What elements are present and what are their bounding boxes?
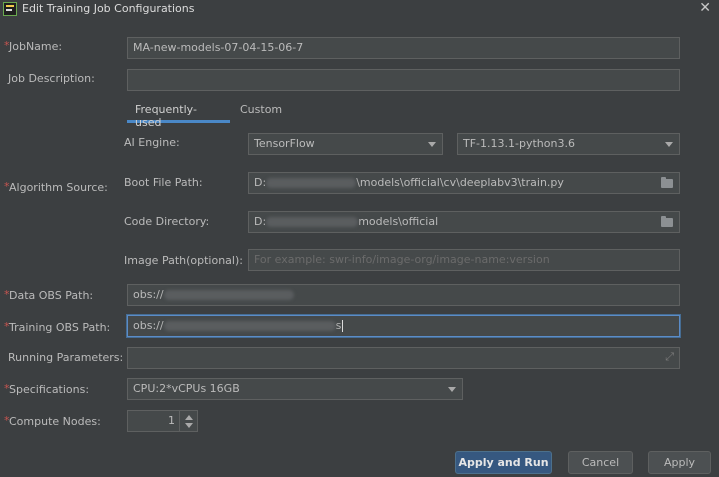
code-directory-prefix: D: — [254, 215, 267, 228]
chevron-down-icon — [448, 387, 456, 392]
boot-file-path-input[interactable]: D: \models\official\cv\deeplabv3\train.py — [248, 172, 680, 194]
boot-file-path-label: Boot File Path: — [124, 176, 203, 189]
compute-nodes-label: Compute Nodes: — [4, 414, 101, 428]
job-name-label: JobName: — [4, 39, 62, 53]
apply-and-run-button[interactable]: Apply and Run — [455, 451, 552, 474]
algorithm-source-label: Algorithm Source: — [4, 180, 108, 194]
training-obs-path-input[interactable]: obs:// s — [127, 315, 680, 337]
title-bar: Edit Training Job Configurations ✕ — [0, 0, 719, 19]
chevron-down-icon — [428, 142, 436, 147]
image-path-label: Image Path(optional): — [124, 254, 243, 267]
training-obs-path-prefix: obs:// — [133, 319, 164, 332]
compute-nodes-value[interactable]: 1 — [127, 410, 180, 432]
image-path-input[interactable]: For example: swr-info/image-org/image-na… — [248, 249, 680, 271]
code-directory-label: Code Directory: — [124, 215, 210, 228]
tab-custom[interactable]: Custom — [232, 99, 290, 123]
code-directory-suffix: models\official — [358, 215, 439, 228]
apply-button[interactable]: Apply — [648, 451, 711, 474]
folder-icon[interactable] — [661, 216, 673, 227]
data-obs-path-input[interactable]: obs:// — [127, 284, 680, 306]
image-path-placeholder: For example: swr-info/image-org/image-na… — [254, 253, 550, 266]
data-obs-path-prefix: obs:// — [133, 288, 164, 301]
window-title: Edit Training Job Configurations — [22, 2, 195, 15]
stepper-icon[interactable] — [180, 410, 198, 432]
chevron-down-icon — [665, 142, 673, 147]
job-description-input[interactable] — [127, 69, 680, 91]
specifications-value: CPU:2*vCPUs 16GB — [133, 382, 240, 395]
running-parameters-input[interactable]: ⤢ — [127, 347, 680, 369]
ai-engine-select[interactable]: TensorFlow — [248, 133, 443, 155]
tab-frequently-used[interactable]: Frequently-used — [127, 99, 230, 129]
engine-version-value: TF-1.13.1-python3.6 — [463, 137, 575, 150]
specifications-label: Specifications: — [4, 382, 89, 396]
boot-file-path-suffix: \models\official\cv\deeplabv3\train.py — [356, 176, 564, 189]
redacted-segment — [163, 321, 336, 331]
running-parameters-label: Running Parameters: — [8, 351, 124, 364]
specifications-select[interactable]: CPU:2*vCPUs 16GB — [127, 378, 463, 400]
expand-icon[interactable]: ⤢ — [665, 350, 674, 364]
redacted-segment — [266, 217, 359, 227]
close-icon[interactable]: ✕ — [699, 0, 711, 16]
app-icon — [3, 2, 17, 16]
cancel-button[interactable]: Cancel — [568, 451, 633, 474]
folder-icon[interactable] — [661, 177, 673, 188]
decrement-arrow[interactable] — [185, 423, 193, 428]
data-obs-path-label: Data OBS Path: — [4, 288, 93, 302]
boot-file-path-prefix: D: — [254, 176, 267, 189]
compute-nodes-stepper[interactable]: 1 — [127, 410, 201, 432]
ai-engine-value: TensorFlow — [254, 137, 315, 150]
redacted-segment — [163, 290, 294, 300]
training-obs-path-suffix: s — [335, 319, 342, 332]
increment-arrow[interactable] — [185, 415, 193, 420]
text-cursor — [342, 320, 344, 332]
job-name-input[interactable]: MA-new-models-07-04-15-06-7 — [127, 37, 680, 59]
code-directory-input[interactable]: D: models\official — [248, 211, 680, 233]
engine-version-select[interactable]: TF-1.13.1-python3.6 — [457, 133, 680, 155]
ai-engine-label: AI Engine: — [124, 136, 180, 149]
training-obs-path-label: Training OBS Path: — [4, 320, 110, 334]
redacted-segment — [266, 178, 357, 188]
job-description-label: Job Description: — [8, 72, 95, 85]
